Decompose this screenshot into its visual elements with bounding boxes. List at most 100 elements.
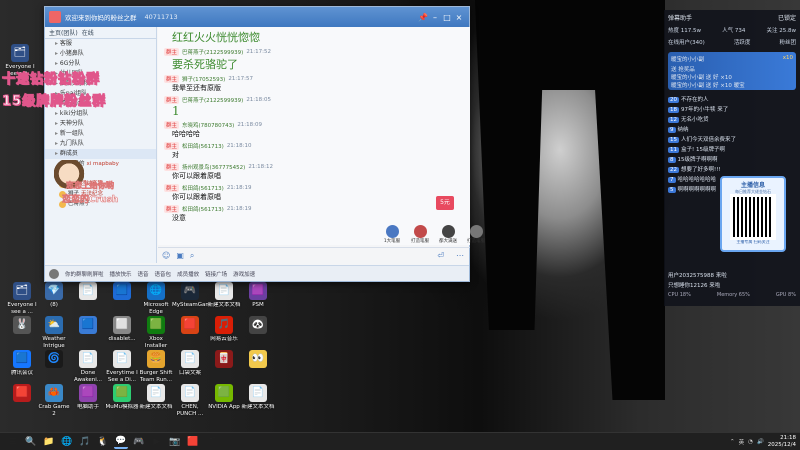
tab-activity[interactable]: 活跃度 [734,38,751,46]
team-item[interactable]: 天神分队 [45,119,156,129]
bottom-item-2[interactable]: 语音 [138,270,149,278]
bottom-item-4[interactable]: 成员播放 [177,270,199,278]
minimize-icon[interactable]: – [429,13,441,22]
sticker-icon [469,225,483,238]
bottom-item-0[interactable]: 你的群聊刷屏啦 [65,270,104,278]
sender-name[interactable]: 松田鸽(561713) [182,184,224,192]
app-icon: 🟥 [181,316,199,334]
sticker-item[interactable]: 打造笔服 [409,225,431,244]
chat-message[interactable]: 群主 巴蒋燕子(2122599939) 21:17:52 要杀死骆驼了 [164,48,464,72]
member-tabs: 主页(团队) 在线 [45,27,156,39]
team-item[interactable]: 小猪鼻队 [45,49,156,59]
sticker-item[interactable]: 都大满送 [437,225,459,244]
taskbar-app-icon[interactable]: 🟥 [186,435,200,449]
more-icon[interactable]: ⋯ [456,251,464,260]
lock-button[interactable]: 已锁定 [778,13,796,22]
qq-group-chat-window[interactable]: 欢迎来到你妈的粉丝之群 40711713 📌 – □ × 主页(团队) 在线 客… [44,6,485,282]
chat-titlebar[interactable]: 欢迎来到你妈的粉丝之群 40711713 📌 – □ × [45,7,469,27]
danmaku-item[interactable]: 18 97年的小牛犊 来了 [664,104,800,114]
app-icon: ⛅ [45,316,63,334]
team-item[interactable]: kiki分组队 [45,109,156,119]
taskbar-app-icon[interactable]: 🎵 [78,435,92,449]
tab-online-users[interactable]: 在线用户(340) [668,38,705,46]
language-indicator[interactable]: 英 [739,438,745,446]
desktop-icon[interactable]: 🟩 NVIDIA App [206,384,242,430]
taskbar-app-icon[interactable]: 💬 [114,435,128,449]
danmaku-item[interactable]: 15 人们今天双倍余费来了 [664,134,800,144]
message-area[interactable]: 红红火火恍恍惚惚群主 巴蒋燕子(2122599939) 21:17:52 要杀死骆驼了… [158,27,470,245]
bottom-item-3[interactable]: 语音包 [155,270,172,278]
clock[interactable]: 21:18 2025/12/4 [768,435,796,449]
sticker-item[interactable]: 打造笔服 [465,225,487,244]
overlay-banner-line1: 十速钻粉钻粉群 [1,72,101,88]
danmaku-item[interactable]: 9 纳纳 [664,124,800,134]
sender-name[interactable]: 松田鸽(561713) [182,205,224,213]
send-icon[interactable]: ⏎ [437,251,444,260]
sender-name[interactable]: 巴蒋燕子(2122599939) [182,96,243,104]
sender-name[interactable]: 东晓鸡(780780743) [182,121,234,129]
danmaku-item[interactable]: 20 不存在的人 [664,94,800,104]
chat-message[interactable]: 红红火火恍恍惚惚 [164,29,464,45]
bottom-item-6[interactable]: 游戏加速 [233,270,255,278]
avatar[interactable] [49,268,59,279]
danmaku-item[interactable]: 11 盒子! 15级牌子啊 [664,144,800,154]
pin-icon[interactable]: 📌 [417,13,429,22]
tab-fans[interactable]: 粉丝团 [779,38,796,46]
taskbar-app-icon[interactable]: 🎮 [132,435,146,449]
smile-icon[interactable]: ☺ [162,251,170,260]
desktop-icon[interactable]: 📄 新建文本文档 [240,384,276,430]
desktop-icon[interactable]: 🟥 [4,384,40,430]
chevron-up-icon[interactable]: ⌃ [730,439,735,445]
close-icon[interactable]: × [453,13,465,22]
chat-message[interactable]: 群主 狮子(17052593) 21:17:57 我晕至还有原版 [164,75,464,93]
sticker-bar: 1大笔服 打造笔服 都大满送 打造笔服 [381,225,487,244]
tab-online[interactable]: 在线 [82,28,94,37]
wifi-icon[interactable]: ◔ [748,439,753,445]
taskbar-app-icon[interactable]: 🔍 [24,435,38,449]
start-icon[interactable]: ⊞ [6,435,20,449]
taskbar-app-icon[interactable]: 📷 [168,435,182,449]
chat-message[interactable]: 群主 东晓鸡(780780743) 21:18:09 哈哈哈哈 [164,121,464,139]
volume-icon[interactable]: 🔊 [757,439,764,445]
taskbar-app-icon[interactable]: 📁 [42,435,56,449]
section-members[interactable]: 群成员 [45,149,156,159]
user-join-2: 只想睡你12126 来啦 [668,283,721,289]
red-packet-badge[interactable]: 5元 [436,196,454,210]
maximize-icon[interactable]: □ [441,13,453,22]
taskbar-app-icon[interactable]: 🗂 [204,435,218,449]
desktop-icon[interactable]: 🦀 Crab Game 2 [36,384,72,430]
taskbar-app-icon[interactable]: ▶ [150,435,164,449]
search-icon[interactable]: ⌕ [190,251,194,261]
taskbar-app-icon[interactable]: 🌐 [60,435,74,449]
tab-main[interactable]: 主页(团队) [49,28,78,37]
desktop-icon[interactable]: 🟪 电脑助手 [70,384,106,430]
taskbar-app-icon[interactable]: 🐧 [96,435,110,449]
chat-message[interactable]: 群主 巴蒋燕子(2122599939) 21:18:05 1 [164,96,464,118]
stat-follow: 关注 25.8w [766,28,797,34]
team-item[interactable]: 客服 [45,39,156,49]
team-item[interactable]: 新一组队 [45,129,156,139]
desktop-icon-label: Weather Intrigue [42,336,66,349]
bottom-item-1[interactable]: 播放快乐 [110,270,132,278]
sticker-item[interactable]: 1大笔服 [381,225,403,244]
chat-message[interactable]: 群主 松田鸽(561713) 21:18:19 你可以跟着原唱 [164,184,464,202]
team-item[interactable]: 九门队队 [45,139,156,149]
sender-name[interactable]: 松田鸽(561713) [182,142,224,150]
desktop-icon[interactable]: 📄 新建文本文档 [138,384,174,430]
sender-name[interactable]: 狮子(17052593) [182,75,225,83]
clock-time: 21:18 [780,434,796,441]
chat-message[interactable]: 群主 松田鸽(561713) 21:18:19 没意 [164,205,464,223]
desktop-icon[interactable]: 📄 CHEN, PUNCH ... [172,384,208,430]
desktop-icon-label: Xbox Installer [144,336,168,349]
danmaku-item[interactable]: 12 无名小吃货 [664,114,800,124]
image-icon[interactable]: ▣ [176,251,184,260]
perf-mem: Memory 65% [716,292,750,298]
sender-name[interactable]: 巴蒋燕子(2122599939) [182,48,243,56]
chat-message[interactable]: 群主 松田鸽(561713) 21:18:10 对 [164,142,464,160]
danmaku-item[interactable]: 22 想要了好多啊!!! [664,164,800,174]
danmaku-item[interactable]: 8 15级牌子啊啊啊 [664,154,800,164]
chat-message[interactable]: 群主 扬州观景鸟(367775452) 21:18:12 你可以跟着原唱 [164,163,464,181]
bottom-item-5[interactable]: 链接广场 [205,270,227,278]
sender-name[interactable]: 扬州观景鸟(367775452) [182,163,245,171]
desktop-icon[interactable]: 🟩 MuMu模拟器 [104,384,140,430]
